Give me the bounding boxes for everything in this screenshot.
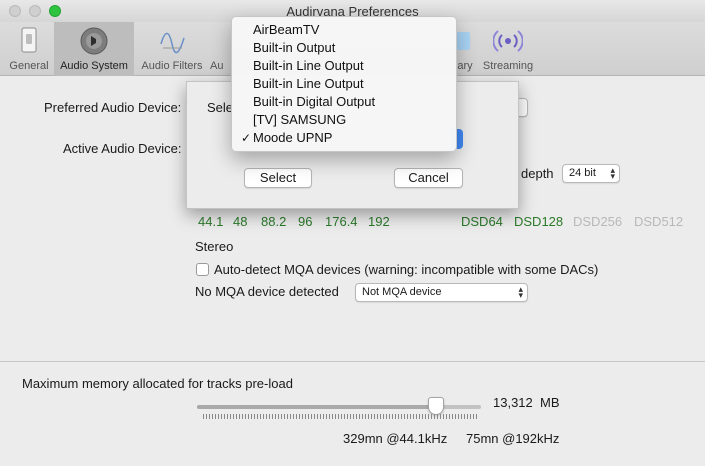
mqa-autodetect-checkbox[interactable] [196, 263, 209, 276]
tab-label: General [9, 60, 49, 72]
pcm-rate: 176.4 [325, 214, 358, 229]
menu-item-moode-upnp[interactable]: ✓ Moode UPNP [232, 129, 456, 147]
menu-item-tv-samsung[interactable]: [TV] SAMSUNG [232, 111, 456, 129]
menu-item-label: Built-in Digital Output [253, 94, 376, 109]
menu-item-builtin-digital-output[interactable]: Built-in Digital Output [232, 93, 456, 111]
select-button[interactable]: Select [244, 168, 312, 188]
bit-depth-select[interactable]: 24 bit ▴ ▾ [562, 164, 620, 183]
select-arrows-icon: ▴ ▾ [518, 284, 523, 300]
memory-slider-ticks [203, 414, 479, 419]
dsd-rate-unsupported: DSD256 [573, 214, 623, 229]
tab-label: Audio System [60, 60, 128, 72]
tab-label: Au [210, 60, 224, 72]
menu-item-label: [TV] SAMSUNG [253, 112, 347, 127]
cancel-button[interactable]: Cancel [394, 168, 463, 188]
menu-item-builtin-line-output-2[interactable]: Built-in Line Output [232, 75, 456, 93]
menu-item-label: AirBeamTV [253, 22, 320, 37]
menu-item-label: Built-in Output [253, 40, 336, 55]
bit-depth-label: depth [521, 166, 554, 181]
menu-item-label: Built-in Line Output [253, 58, 364, 73]
pcm-rate: 192 [368, 214, 390, 229]
pcm-rate: 48 [233, 214, 248, 229]
select-arrows-icon: ▴ ▾ [610, 165, 615, 181]
menu-item-builtin-output[interactable]: Built-in Output [232, 39, 456, 57]
library-icon [456, 32, 470, 50]
device-dropdown-menu: AirBeamTV Built-in Output Built-in Line … [231, 16, 457, 152]
sheet-prompt: Sele [207, 100, 234, 115]
menu-item-label: Built-in Line Output [253, 76, 364, 91]
active-device-label: Active Audio Device: [63, 141, 182, 156]
memory-slider-thumb[interactable] [427, 397, 444, 415]
tab-label: Audio Filters [141, 60, 203, 72]
tab-audio-partial[interactable]: Au [210, 22, 232, 76]
dsd-rate-supported: DSD128 [514, 214, 564, 229]
tab-streaming[interactable]: Streaming [478, 22, 538, 76]
memory-slider-fill [197, 405, 436, 409]
menu-item-builtin-line-output-1[interactable]: Built-in Line Output [232, 57, 456, 75]
memory-value: 13,312 [493, 395, 533, 410]
tab-audio-system[interactable]: Audio System [54, 22, 134, 76]
pcm-rate: 44.1 [198, 214, 224, 229]
speaker-icon [80, 27, 108, 55]
memory-label: Maximum memory allocated for tracks pre-… [22, 376, 293, 391]
switch-icon [21, 27, 37, 53]
memory-unit: MB [540, 395, 560, 410]
mqa-autodetect-label: Auto-detect MQA devices (warning: incomp… [214, 262, 599, 277]
tab-general[interactable]: General [6, 22, 52, 76]
mqa-device-select[interactable]: Not MQA device ▴ ▾ [355, 283, 528, 302]
streaming-icon [493, 30, 523, 52]
section-divider [0, 361, 705, 362]
memory-duration-44k: 329mn @44.1kHz [343, 431, 448, 446]
mqa-status-label: No MQA device detected [195, 284, 339, 299]
memory-duration-192k: 75mn @192kHz [466, 431, 560, 446]
bit-depth-value: 24 bit [569, 167, 596, 179]
mqa-device-value: Not MQA device [362, 286, 442, 298]
preferred-device-label: Preferred Audio Device: [44, 100, 182, 115]
menu-item-label: Moode UPNP [253, 130, 333, 145]
dsd-rate-unsupported: DSD512 [634, 214, 684, 229]
filter-icon [160, 32, 185, 54]
checkmark-icon: ✓ [241, 131, 252, 145]
menu-item-airbeamtv[interactable]: AirBeamTV [232, 21, 456, 39]
channels-label: Stereo [195, 239, 234, 254]
pcm-rate: 96 [298, 214, 313, 229]
dsd-rate-supported: DSD64 [461, 214, 503, 229]
tab-label: Streaming [482, 60, 534, 72]
tab-audio-filters[interactable]: Audio Filters [136, 22, 208, 76]
pcm-rate: 88.2 [261, 214, 287, 229]
